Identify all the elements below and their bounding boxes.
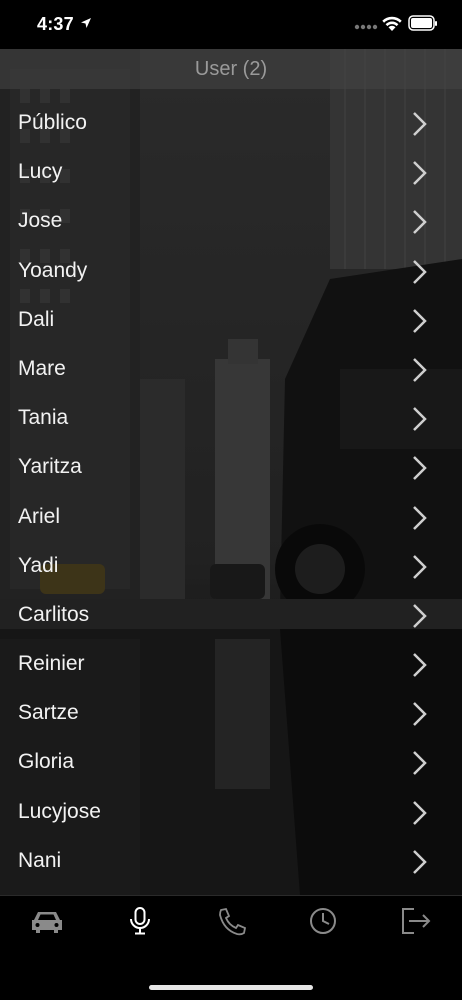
clock-icon [310, 908, 336, 934]
user-name-label: Yaritza [18, 455, 82, 479]
tab-logout[interactable] [396, 906, 436, 936]
home-indicator [149, 985, 313, 990]
location-arrow-icon [81, 18, 91, 28]
user-name-label: Sartze [18, 701, 79, 725]
user-list-item[interactable]: Mare [0, 345, 462, 394]
page-title: User (2) [0, 49, 462, 89]
user-name-label: Carlitos [18, 602, 90, 626]
user-name-label: Dali [18, 307, 55, 331]
chevron-right-icon [413, 358, 427, 382]
chevron-right-icon [413, 407, 427, 432]
tab-history[interactable] [303, 906, 343, 936]
user-list-item[interactable]: Ariel [0, 493, 462, 542]
tab-voice[interactable] [120, 906, 160, 936]
chevron-right-icon [413, 554, 427, 579]
user-name-label: Lucyjose [18, 799, 101, 823]
chevron-right-icon [413, 849, 427, 874]
user-name-label: Yoandy [18, 258, 88, 282]
chevron-right-icon [413, 161, 427, 186]
user-list-item[interactable]: Carlitos [0, 591, 462, 640]
chevron-right-icon [413, 112, 427, 136]
status-time: 4:37 [37, 14, 74, 34]
user-name-label: Nani [18, 848, 62, 872]
chevron-right-icon [413, 505, 427, 530]
user-list-item[interactable]: Público [0, 99, 462, 148]
phone-icon [219, 907, 247, 936]
user-name-label: Jose [18, 209, 63, 233]
user-list-item[interactable]: Yaritza [0, 443, 462, 492]
chevron-right-icon [413, 702, 427, 727]
microphone-icon [130, 907, 150, 935]
user-list-item[interactable]: Nani [0, 837, 462, 886]
user-list-item[interactable]: Yadi [0, 542, 462, 591]
user-list-item[interactable]: Yoandy [0, 247, 462, 296]
user-list-item[interactable]: Tania [0, 394, 462, 443]
user-name-label: Gloria [18, 750, 75, 774]
user-name-label: Ariel [18, 504, 61, 528]
user-list-item[interactable]: Dali [0, 296, 462, 345]
chevron-right-icon [413, 456, 427, 481]
tab-phone[interactable] [211, 906, 251, 936]
user-list-item[interactable]: Lucy [0, 148, 462, 197]
chevron-right-icon [413, 800, 427, 825]
user-name-label: Público [18, 111, 87, 134]
status-bar: 4:37 [0, 0, 462, 49]
logout-icon [402, 908, 431, 934]
taxi-icon [32, 912, 62, 933]
user-name-label: Yadi [18, 553, 59, 577]
chevron-right-icon [413, 308, 427, 333]
user-list-item[interactable]: Sartze [0, 689, 462, 738]
user-name-label: Lucy [18, 160, 63, 184]
chevron-right-icon [413, 259, 427, 284]
user-list: Público Lucy Jose Yoandy Dali Mare Tania Yaritz… [0, 99, 462, 886]
signal-icon [354, 24, 378, 30]
chevron-right-icon [413, 653, 427, 677]
chevron-right-icon [413, 603, 427, 628]
user-name-label: Reinier [18, 652, 85, 676]
user-name-label: Tania [18, 406, 69, 430]
user-name-label: Mare [18, 356, 66, 380]
wifi-icon [382, 16, 402, 31]
user-list-item[interactable]: Reinier [0, 640, 462, 689]
chevron-right-icon [413, 751, 427, 776]
battery-icon [408, 15, 437, 31]
chevron-right-icon [413, 210, 427, 235]
tab-taxi[interactable] [27, 906, 67, 936]
user-list-item[interactable]: Lucyjose [0, 788, 462, 837]
user-list-item[interactable]: Gloria [0, 738, 462, 787]
user-list-item[interactable]: Jose [0, 197, 462, 246]
